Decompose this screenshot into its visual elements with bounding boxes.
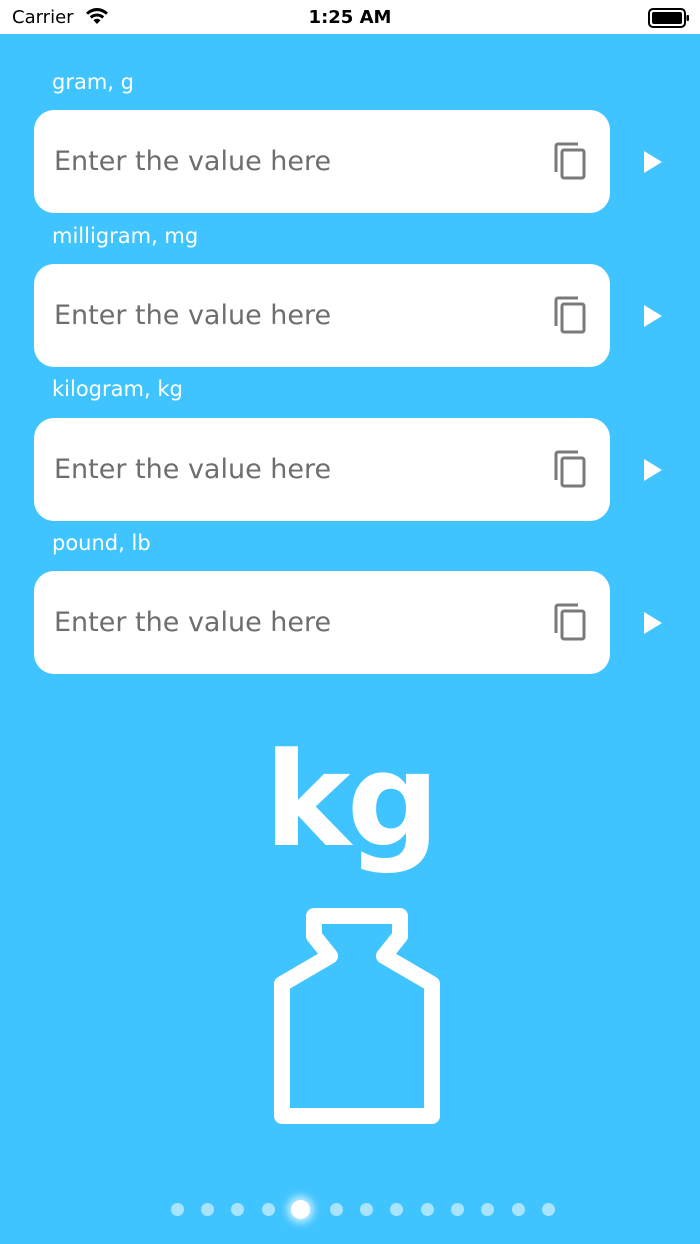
unit-label-kilogram: kilogram, kg <box>52 377 183 401</box>
unit-label-gram: gram, g <box>52 70 134 94</box>
milligram-input[interactable] <box>54 264 534 367</box>
battery-icon <box>648 8 690 32</box>
weight-icon <box>272 904 452 1137</box>
page-dot[interactable] <box>541 1203 555 1216</box>
field-gram <box>34 110 610 213</box>
kilogram-input[interactable] <box>54 418 534 521</box>
page-dot[interactable] <box>230 1203 244 1216</box>
copy-icon[interactable] <box>552 142 588 182</box>
page-dot[interactable] <box>389 1203 403 1216</box>
unit-label-pound: pound, lb <box>52 531 151 555</box>
play-icon[interactable] <box>640 457 666 483</box>
copy-icon[interactable] <box>552 450 588 490</box>
page-dot[interactable] <box>200 1203 214 1216</box>
unit-label-milligram: milligram, mg <box>52 224 199 248</box>
page-dot[interactable] <box>170 1203 184 1216</box>
page-dot[interactable] <box>329 1203 343 1216</box>
page-indicator <box>0 1196 700 1224</box>
copy-icon[interactable] <box>552 296 588 336</box>
status-bar: Carrier 1:25 AM <box>0 0 700 34</box>
kg-logo: kg <box>264 724 440 876</box>
play-icon[interactable] <box>640 149 666 175</box>
page-dot[interactable] <box>261 1203 275 1216</box>
field-pound <box>34 571 610 674</box>
pound-input[interactable] <box>54 571 534 674</box>
page-dot[interactable] <box>480 1203 494 1216</box>
play-icon[interactable] <box>640 610 666 636</box>
gram-input[interactable] <box>54 110 534 213</box>
page-dot[interactable] <box>511 1203 525 1216</box>
page-dot[interactable] <box>359 1203 373 1216</box>
play-icon[interactable] <box>640 303 666 329</box>
page-dot[interactable] <box>450 1203 464 1216</box>
page-dot[interactable] <box>420 1203 434 1216</box>
status-time: 1:25 AM <box>308 7 392 28</box>
copy-icon[interactable] <box>552 603 588 643</box>
field-kilogram <box>34 418 610 521</box>
page-dot[interactable] <box>290 1200 310 1219</box>
field-milligram <box>34 264 610 367</box>
